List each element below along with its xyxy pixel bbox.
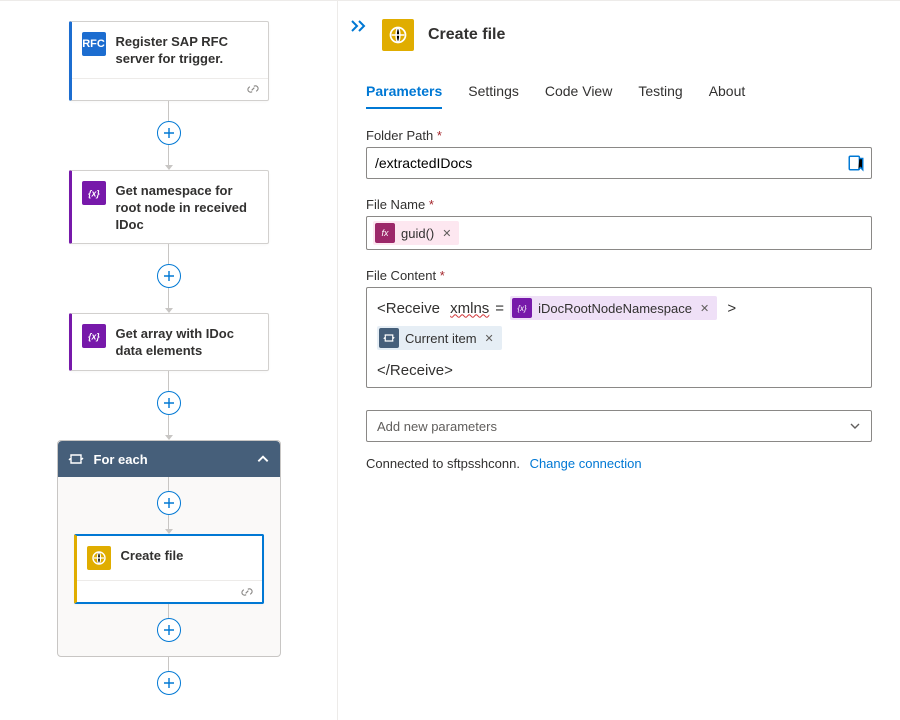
node-get-array[interactable]: {x} Get array with IDoc data elements [69,313,269,371]
token-idoc-namespace[interactable]: {x} iDocRootNodeNamespace ✕ [510,296,717,320]
node-title: Create file [121,546,184,565]
file-content-label: File Content * [366,268,872,283]
svg-text:{x}: {x} [517,304,527,313]
create-file-icon [382,19,414,51]
loop-icon [379,328,399,348]
chevron-down-icon [849,420,861,432]
svg-text:fx: fx [381,228,389,238]
add-step-button[interactable] [157,121,181,145]
file-content-input[interactable]: <Receive xmlns= {x} iDocRootNodeNamespac… [366,287,872,388]
loop-icon [68,451,84,467]
node-title: Register SAP RFC server for trigger. [116,32,258,68]
node-title: Get array with IDoc data elements [116,324,258,360]
tab-settings[interactable]: Settings [468,77,519,109]
svg-text:{x}: {x} [88,332,100,342]
change-connection-link[interactable]: Change connection [530,456,642,471]
connection-status: Connected to sftpsshconn. Change connect… [366,456,872,471]
tab-about[interactable]: About [709,77,746,109]
token-guid[interactable]: fx guid() ✕ [373,221,459,245]
panel-title: Create file [428,26,505,44]
token-current-item[interactable]: Current item ✕ [377,326,502,350]
file-name-input[interactable]: fx guid() ✕ [366,216,872,250]
node-create-file[interactable]: Create file [74,534,264,604]
link-icon [240,585,254,599]
variable-icon: {x} [82,324,106,348]
foreach-title: For each [94,452,148,467]
token-remove-button[interactable]: ✕ [440,227,453,240]
folder-path-label: Folder Path * [366,128,872,143]
add-step-button[interactable] [157,391,181,415]
token-remove-button[interactable]: ✕ [483,332,496,345]
add-new-parameters-dropdown[interactable]: Add new parameters [366,410,872,442]
sap-icon: RFC [82,32,106,56]
variable-icon: {x} [512,298,532,318]
folder-path-input[interactable] [366,147,872,179]
collapse-panel-button[interactable] [346,15,372,37]
node-foreach[interactable]: For each Create file [57,440,281,657]
svg-text:{x}: {x} [88,188,100,198]
node-get-namespace[interactable]: {x} Get namespace for root node in recei… [69,170,269,245]
add-step-button[interactable] [157,491,181,515]
link-icon [246,82,260,96]
add-step-button[interactable] [157,618,181,642]
node-title: Get namespace for root node in received … [116,181,258,234]
token-remove-button[interactable]: ✕ [698,302,711,315]
variable-icon: {x} [82,181,106,205]
details-panel: Create file Parameters Settings Code Vie… [338,0,900,720]
tab-parameters[interactable]: Parameters [366,77,442,109]
designer-canvas[interactable]: RFC Register SAP RFC server for trigger.… [0,0,338,720]
file-name-label: File Name * [366,197,872,212]
create-file-icon [87,546,111,570]
tab-codeview[interactable]: Code View [545,77,612,109]
tab-testing[interactable]: Testing [638,77,682,109]
chevron-up-icon[interactable] [256,452,270,466]
panel-tabs: Parameters Settings Code View Testing Ab… [366,77,872,110]
fx-icon: fx [375,223,395,243]
node-sap-trigger[interactable]: RFC Register SAP RFC server for trigger. [69,21,269,101]
add-step-button[interactable] [157,264,181,288]
add-step-button[interactable] [157,671,181,695]
